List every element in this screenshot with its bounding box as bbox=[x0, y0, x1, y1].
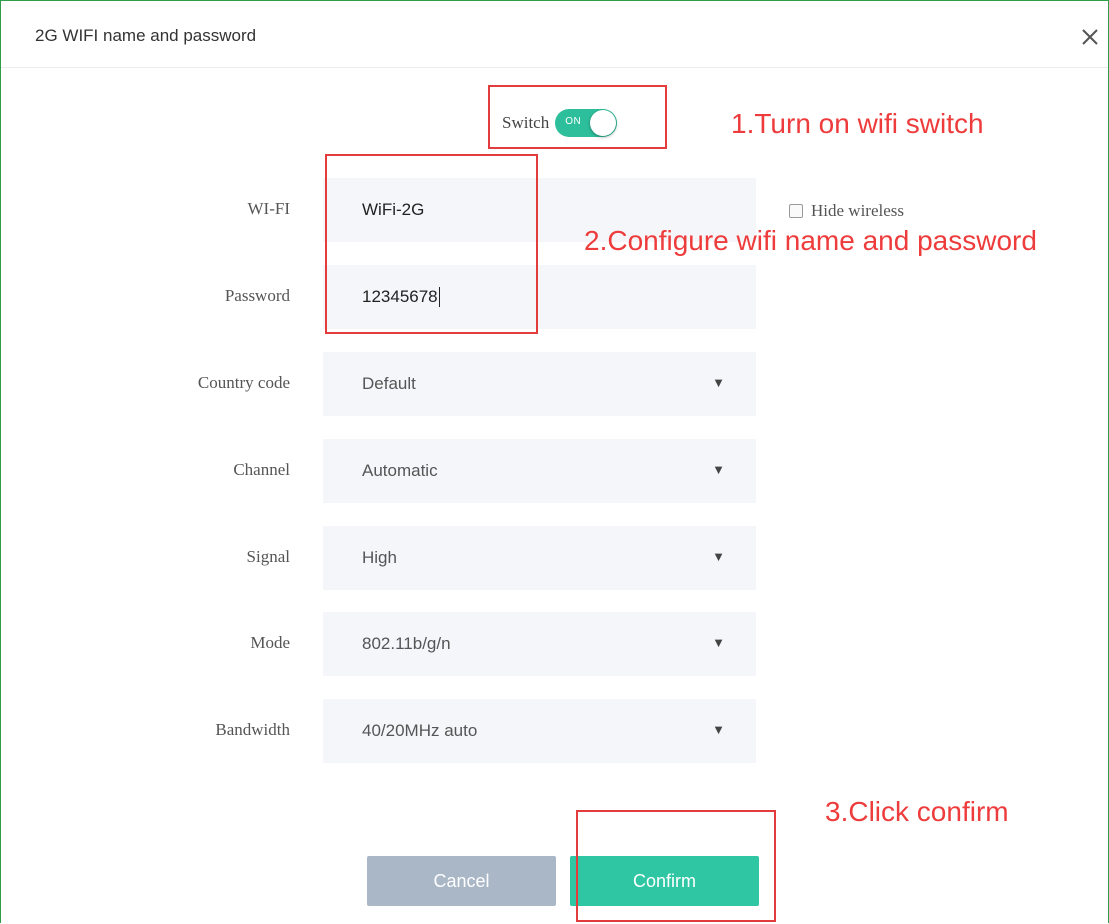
bandwidth-value: 40/20MHz auto bbox=[362, 721, 478, 740]
mode-label: Mode bbox=[250, 633, 290, 652]
bandwidth-select[interactable]: 40/20MHz auto ▼ bbox=[323, 699, 756, 763]
caret-down-icon: ▼ bbox=[712, 635, 725, 650]
signal-value: High bbox=[362, 548, 397, 567]
close-icon bbox=[1082, 29, 1098, 45]
channel-value: Automatic bbox=[362, 461, 438, 480]
country-code-value: Default bbox=[362, 374, 416, 393]
mode-select[interactable]: 802.11b/g/n ▼ bbox=[323, 612, 756, 676]
annotation-box-credentials bbox=[325, 154, 538, 334]
hide-wireless-label: Hide wireless bbox=[811, 201, 905, 220]
channel-label: Channel bbox=[233, 460, 290, 479]
mode-value: 802.11b/g/n bbox=[362, 634, 451, 653]
wifi-label: WI-FI bbox=[247, 199, 290, 218]
password-label: Password bbox=[224, 286, 290, 305]
annotation-step2: 2.Configure wifi name and password bbox=[584, 225, 1037, 256]
cancel-button[interactable]: Cancel bbox=[367, 856, 556, 906]
annotation-step1: 1.Turn on wifi switch bbox=[731, 108, 984, 139]
bandwidth-label: Bandwidth bbox=[215, 720, 290, 739]
hide-wireless-checkbox[interactable] bbox=[789, 204, 803, 218]
annotation-box-switch bbox=[488, 85, 667, 149]
annotation-box-confirm bbox=[576, 810, 776, 922]
dialog-header: 2G WIFI name and password bbox=[1, 1, 1108, 68]
signal-select[interactable]: High ▼ bbox=[323, 526, 756, 590]
close-button[interactable] bbox=[1078, 25, 1102, 49]
annotation-step3: 3.Click confirm bbox=[825, 796, 1009, 827]
hide-wireless-option[interactable]: Hide wireless bbox=[789, 201, 904, 221]
caret-down-icon: ▼ bbox=[712, 375, 725, 390]
caret-down-icon: ▼ bbox=[712, 549, 725, 564]
country-code-select[interactable]: Default ▼ bbox=[323, 352, 756, 416]
caret-down-icon: ▼ bbox=[712, 462, 725, 477]
dialog-title: 2G WIFI name and password bbox=[35, 26, 257, 45]
channel-select[interactable]: Automatic ▼ bbox=[323, 439, 756, 503]
caret-down-icon: ▼ bbox=[712, 722, 725, 737]
country-code-label: Country code bbox=[197, 373, 290, 392]
signal-label: Signal bbox=[246, 547, 290, 566]
